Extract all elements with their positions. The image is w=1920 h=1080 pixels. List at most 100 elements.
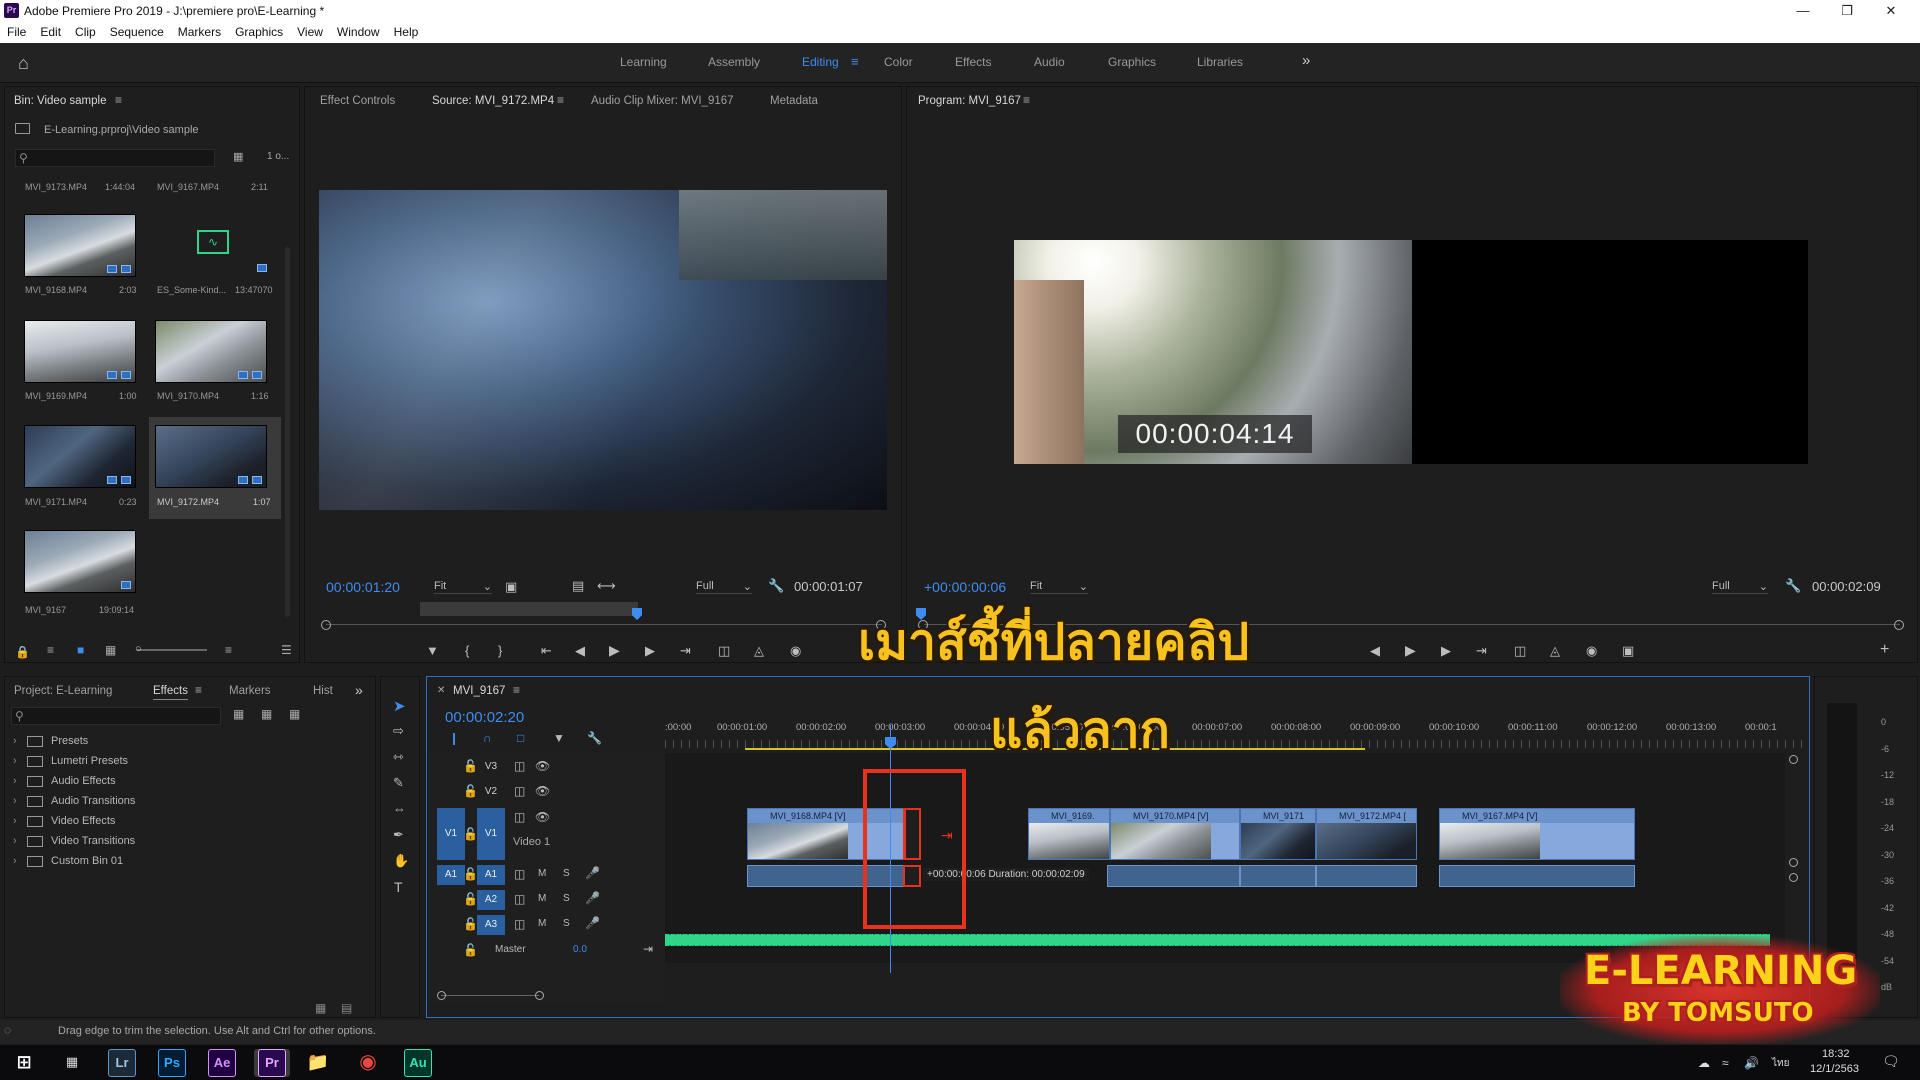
audio-clip[interactable] xyxy=(1240,865,1316,887)
new-bin-icon[interactable]: ▦ xyxy=(315,1001,326,1015)
source-resolution-dropdown[interactable]: Full ⌄ xyxy=(696,580,752,594)
clock-date[interactable]: 12/1/2563 xyxy=(1810,1063,1859,1075)
panel-menu-icon[interactable]: ≡ xyxy=(195,683,202,697)
track-target-a1[interactable]: A1 xyxy=(477,865,505,885)
play-icon[interactable]: ▶ xyxy=(609,642,620,659)
tab-effect-controls[interactable]: Effect Controls xyxy=(320,95,395,107)
solo-button[interactable]: S xyxy=(563,893,570,904)
list-view-icon[interactable]: ≡ xyxy=(47,643,54,657)
track-target-a2[interactable]: A2 xyxy=(477,890,505,910)
video-clip[interactable]: MVI_9167.MP4 [V] xyxy=(1439,808,1635,860)
bin-item-thumbnail[interactable] xyxy=(24,214,136,277)
zoom-handle-right[interactable] xyxy=(1894,620,1904,630)
track-label-v3[interactable]: V3 xyxy=(477,757,505,777)
add-button-icon[interactable]: + xyxy=(1880,641,1889,659)
audio-clip[interactable] xyxy=(1316,865,1417,887)
time-ruler[interactable]: :00:00 00:00:01:00 00:00:02:00 00:00:03:… xyxy=(665,722,1805,752)
tab-effects[interactable]: Effects xyxy=(153,685,188,700)
folder-row[interactable]: › Audio Effects xyxy=(13,775,116,787)
audition-app-icon[interactable]: Au xyxy=(404,1049,432,1077)
track-target-v1[interactable]: V1 xyxy=(477,808,505,860)
zoom-handle-left[interactable] xyxy=(437,991,446,1000)
selection-tool-icon[interactable]: ➤ xyxy=(393,697,406,715)
drag-audio-icon[interactable]: ⟷ xyxy=(597,578,616,594)
icon-view-icon[interactable]: ■ xyxy=(77,643,84,657)
bin-search-input[interactable]: ⚲ xyxy=(15,149,215,167)
menu-clip[interactable]: Clip xyxy=(75,22,96,43)
type-tool-icon[interactable]: T xyxy=(394,879,403,895)
menu-edit[interactable]: Edit xyxy=(40,22,61,43)
lock-icon[interactable]: 🔓 xyxy=(463,867,478,881)
workspace-libraries[interactable]: Libraries xyxy=(1197,55,1243,69)
go-to-out-icon[interactable]: ⇥ xyxy=(680,643,691,659)
add-marker-icon[interactable]: ▼ xyxy=(426,643,439,658)
zoom-handle-right[interactable] xyxy=(535,991,544,1000)
menu-view[interactable]: View xyxy=(297,22,323,43)
wrench-icon[interactable]: 🔧 xyxy=(1785,578,1801,594)
lock-icon[interactable]: 🔓 xyxy=(463,892,478,906)
workspace-color[interactable]: Color xyxy=(884,55,913,69)
microphone-icon[interactable]: 🎤 xyxy=(585,866,600,880)
lock-icon[interactable]: 🔓 xyxy=(463,917,478,931)
toggle-sync-icon[interactable]: ◫ xyxy=(514,759,525,773)
go-to-in-icon[interactable]: ⇤ xyxy=(541,643,552,659)
notifications-icon[interactable]: 🗨 xyxy=(1882,1053,1900,1070)
menu-sequence[interactable]: Sequence xyxy=(110,22,164,43)
home-icon[interactable]: ⌂ xyxy=(18,53,29,74)
zoom-slider[interactable] xyxy=(137,649,207,651)
bin-title[interactable]: Bin: Video sample xyxy=(14,95,106,107)
windows-start-icon[interactable]: ⊞ xyxy=(10,1049,38,1077)
microphone-icon[interactable]: 🎤 xyxy=(585,891,600,905)
toggle-sync-icon[interactable]: ◫ xyxy=(514,784,525,798)
tab-source[interactable]: Source: MVI_9172.MP4 xyxy=(432,95,554,107)
photoshop-app-icon[interactable]: Ps xyxy=(158,1049,186,1077)
panel-menu-icon[interactable]: ≡ xyxy=(513,683,520,697)
menu-help[interactable]: Help xyxy=(394,22,419,43)
eye-icon[interactable]: 👁 xyxy=(535,810,550,824)
task-view-icon[interactable]: ▦ xyxy=(58,1049,86,1077)
nest-toggle-icon[interactable]: ❙ xyxy=(449,731,459,745)
go-to-end-icon[interactable]: ⇥ xyxy=(643,942,653,956)
accelerated-effects-icon[interactable]: ▦ xyxy=(233,707,244,721)
workspace-learning[interactable]: Learning xyxy=(620,55,667,69)
lock-icon[interactable]: 🔓 xyxy=(463,759,478,773)
source-video-frame[interactable] xyxy=(319,190,887,510)
folder-row[interactable]: › Video Effects xyxy=(13,815,115,827)
menu-graphics[interactable]: Graphics xyxy=(235,22,283,43)
toggle-sync-icon[interactable]: ◫ xyxy=(514,867,525,881)
toggle-sync-icon[interactable]: ◫ xyxy=(514,892,525,906)
lightroom-app-icon[interactable]: Lr xyxy=(108,1049,136,1077)
lock-icon[interactable]: 🔓 xyxy=(463,784,478,798)
tab-project[interactable]: Project: E-Learning xyxy=(14,685,112,697)
program-video-frame[interactable]: 00:00:04:14 xyxy=(1014,240,1808,464)
step-forward-icon[interactable]: ▶ xyxy=(1441,643,1451,659)
audio-file-thumbnail[interactable]: ∿ xyxy=(155,214,267,277)
tab-metadata[interactable]: Metadata xyxy=(770,95,818,107)
step-back-icon[interactable]: ◀ xyxy=(575,643,585,659)
sort-icons-icon[interactable]: ≡ xyxy=(225,643,232,657)
folder-row[interactable]: › Presets xyxy=(13,735,88,747)
tab-markers[interactable]: Markers xyxy=(229,685,271,697)
chrome-icon[interactable]: ◉ xyxy=(354,1049,382,1077)
sequence-tab[interactable]: MVI_9167 xyxy=(453,685,505,697)
mark-out-icon[interactable]: } xyxy=(498,643,502,658)
toggle-sync-icon[interactable]: ◫ xyxy=(514,917,525,931)
menu-window[interactable]: Window xyxy=(337,22,380,43)
step-back-icon[interactable]: ◀ xyxy=(1370,643,1380,659)
track-target-a3[interactable]: A3 xyxy=(477,915,505,935)
folder-row[interactable]: › Audio Transitions xyxy=(13,795,135,807)
eye-icon[interactable]: 👁 xyxy=(535,784,550,798)
timeline-timecode[interactable]: 00:00:02:20 xyxy=(445,709,524,726)
go-to-out-icon[interactable]: ⇥ xyxy=(1476,643,1487,659)
workspace-graphics[interactable]: Graphics xyxy=(1108,55,1156,69)
razor-tool-icon[interactable]: ✎ xyxy=(393,775,404,791)
source-patch-v1[interactable]: V1 xyxy=(437,808,465,860)
sequence-thumbnail[interactable] xyxy=(24,530,136,593)
source-scrub-bar[interactable] xyxy=(326,624,882,625)
track-select-tool-icon[interactable]: ⇨ xyxy=(393,723,404,739)
bin-item-thumbnail[interactable] xyxy=(24,425,136,488)
source-in-out-range[interactable] xyxy=(420,602,638,616)
zoom-handle-left[interactable] xyxy=(321,620,331,630)
folder-row[interactable]: › Custom Bin 01 xyxy=(13,855,123,867)
solo-button[interactable]: S xyxy=(563,918,570,929)
